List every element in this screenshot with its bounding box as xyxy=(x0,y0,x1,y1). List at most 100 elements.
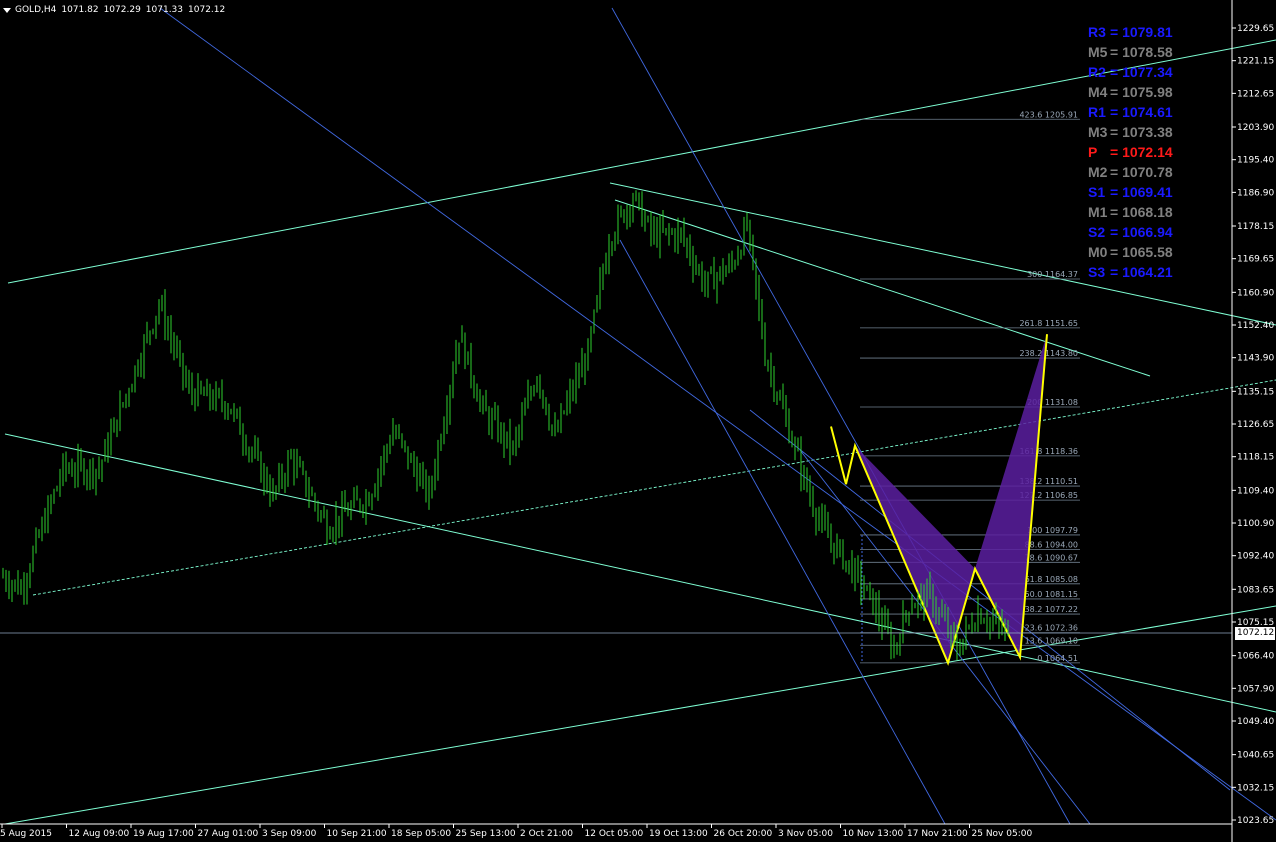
y-tick-label: 1032.15 xyxy=(1237,783,1274,793)
pivot-value: 1078.58 xyxy=(1122,44,1173,60)
fib-level-label: 13.6 1069.10 xyxy=(1025,636,1078,645)
x-tick-label: 17 Nov 21:00 xyxy=(907,829,968,839)
pivot-label: M3 xyxy=(1088,124,1108,140)
y-tick-label: 1160.90 xyxy=(1237,288,1274,298)
pivot-equals: = xyxy=(1110,84,1123,100)
pivot-equals: = xyxy=(1110,244,1123,260)
pivot-value: 1065.58 xyxy=(1122,244,1173,260)
fib-level-label: 78.6 1090.67 xyxy=(1025,553,1078,562)
pivot-row-r2: R2 = 1077.34 xyxy=(1088,62,1208,82)
pivot-label: M1 xyxy=(1088,204,1108,220)
pivot-row-s1: S1 = 1069.41 xyxy=(1088,182,1208,202)
pivot-label: S1 xyxy=(1088,184,1106,200)
pivot-label: M5 xyxy=(1088,44,1108,60)
pivot-row-m1: M1 = 1068.18 xyxy=(1088,202,1208,222)
pivot-label: M4 xyxy=(1088,84,1108,100)
x-tick-label: 18 Sep 05:00 xyxy=(391,829,451,839)
pivot-row-s2: S2 = 1066.94 xyxy=(1088,222,1208,242)
fib-level-label: 423.6 1205.91 xyxy=(1019,110,1078,119)
fib-level-label: 88.6 1094.00 xyxy=(1025,541,1078,550)
x-tick-label: 27 Aug 01:00 xyxy=(198,829,259,839)
pivot-value: 1074.61 xyxy=(1122,104,1173,120)
pivot-row-m2: M2 = 1070.78 xyxy=(1088,162,1208,182)
pivot-row-r1: R1 = 1074.61 xyxy=(1088,102,1208,122)
pivot-equals: = xyxy=(1110,144,1123,160)
y-tick-label: 1195.40 xyxy=(1237,156,1274,166)
y-tick-label: 1066.40 xyxy=(1237,652,1274,662)
pivot-equals: = xyxy=(1110,164,1123,180)
header-symbol: GOLD,H4 xyxy=(15,5,57,15)
pivot-value: 1079.81 xyxy=(1122,24,1173,40)
header-low: 1071.33 xyxy=(145,5,184,15)
pivot-equals: = xyxy=(1110,124,1123,140)
pivot-levels-panel: R3 = 1079.81 M5 = 1078.58 R2 = 1077.34 M4 = 107… xyxy=(1088,22,1208,282)
fib-level-label: 261.8 1151.65 xyxy=(1019,319,1078,328)
y-tick-label: 1092.40 xyxy=(1237,552,1274,562)
y-tick-label: 1186.90 xyxy=(1237,188,1274,198)
pivot-label: P xyxy=(1088,144,1098,160)
fib-level-label: 23.6 1072.36 xyxy=(1025,624,1078,633)
pivot-row-r3: R3 = 1079.81 xyxy=(1088,22,1208,42)
fib-level-label: 0 1064.51 xyxy=(1037,654,1078,663)
y-tick-label: 1083.65 xyxy=(1237,585,1274,595)
price-chart[interactable]: 423.6 1205.91 300 1164.37 261.8 1151.65 238… xyxy=(0,0,1276,842)
x-tick-label: 10 Nov 13:00 xyxy=(843,829,904,839)
fib-level-label: 61.8 1085.08 xyxy=(1025,575,1078,584)
pivot-row-m0: M0 = 1065.58 xyxy=(1088,242,1208,262)
pivot-value: 1069.41 xyxy=(1122,184,1173,200)
fib-level-label: 50.0 1081.15 xyxy=(1025,590,1078,599)
x-tick-label: 3 Sep 09:00 xyxy=(262,829,317,839)
fib-level-label: 38.2 1077.22 xyxy=(1025,605,1078,614)
x-tick-label: 5 Aug 2015 xyxy=(0,829,52,839)
x-tick-label: 19 Aug 17:00 xyxy=(133,829,194,839)
pivot-row-p: P = 1072.14 xyxy=(1088,142,1208,162)
x-tick-label: 25 Nov 05:00 xyxy=(972,829,1033,839)
x-tick-label: 25 Sep 13:00 xyxy=(456,829,516,839)
y-tick-label: 1203.90 xyxy=(1237,123,1274,133)
pivot-equals: = xyxy=(1110,264,1123,280)
x-tick-label: 12 Aug 09:00 xyxy=(69,829,130,839)
pivot-value: 1068.18 xyxy=(1122,204,1173,220)
pivot-equals: = xyxy=(1110,44,1123,60)
pivot-value: 1073.38 xyxy=(1122,124,1173,140)
x-tick-label: 12 Oct 05:00 xyxy=(585,829,644,839)
y-tick-label: 1100.90 xyxy=(1237,519,1274,529)
current-price-tag: 1072.12 xyxy=(1235,627,1275,640)
pivot-row-s3: S3 = 1064.21 xyxy=(1088,262,1208,282)
y-tick-label: 1229.65 xyxy=(1237,24,1274,34)
x-tick-label: 26 Oct 20:00 xyxy=(714,829,773,839)
y-tick-label: 1057.90 xyxy=(1237,684,1274,694)
pivot-label: M2 xyxy=(1088,164,1108,180)
pivot-row-m4: M4 = 1075.98 xyxy=(1088,82,1208,102)
pivot-equals: = xyxy=(1110,204,1123,220)
x-tick-label: 2 Oct 21:00 xyxy=(520,829,573,839)
pivot-value: 1066.94 xyxy=(1122,224,1173,240)
dropdown-triangle-icon[interactable] xyxy=(3,7,11,13)
header-high: 1072.29 xyxy=(103,5,141,15)
fib-level-label: 100 1097.79 xyxy=(1027,526,1078,535)
pivot-equals: = xyxy=(1110,104,1123,120)
chart-header: GOLD,H4 1071.82 1072.29 1071.33 1072.12 xyxy=(3,3,230,17)
y-tick-label: 1118.15 xyxy=(1237,453,1274,463)
x-tick-label: 3 Nov 05:00 xyxy=(778,829,833,839)
pivot-row-m5: M5 = 1078.58 xyxy=(1088,42,1208,62)
pivot-label: S2 xyxy=(1088,224,1106,240)
fib-level-label: 238.2 1143.80 xyxy=(1019,349,1078,358)
y-tick-label: 1135.15 xyxy=(1237,387,1274,397)
y-tick-label: 1023.65 xyxy=(1237,816,1274,826)
pivot-equals: = xyxy=(1110,64,1123,80)
pivot-equals: = xyxy=(1110,224,1123,240)
pivot-value: 1077.34 xyxy=(1122,64,1173,80)
y-tick-label: 1221.15 xyxy=(1237,57,1274,67)
y-tick-label: 1178.15 xyxy=(1237,222,1274,232)
pivot-equals: = xyxy=(1110,24,1123,40)
y-tick-label: 1049.40 xyxy=(1237,717,1274,727)
pivot-value: 1072.14 xyxy=(1122,144,1173,160)
x-tick-label: 19 Oct 13:00 xyxy=(649,829,708,839)
x-tick-label: 10 Sep 21:00 xyxy=(327,829,387,839)
pivot-equals: = xyxy=(1110,184,1123,200)
header-open: 1071.82 xyxy=(61,5,99,15)
y-tick-label: 1169.65 xyxy=(1237,255,1274,265)
pivot-row-m3: M3 = 1073.38 xyxy=(1088,122,1208,142)
pivot-label: M0 xyxy=(1088,244,1108,260)
